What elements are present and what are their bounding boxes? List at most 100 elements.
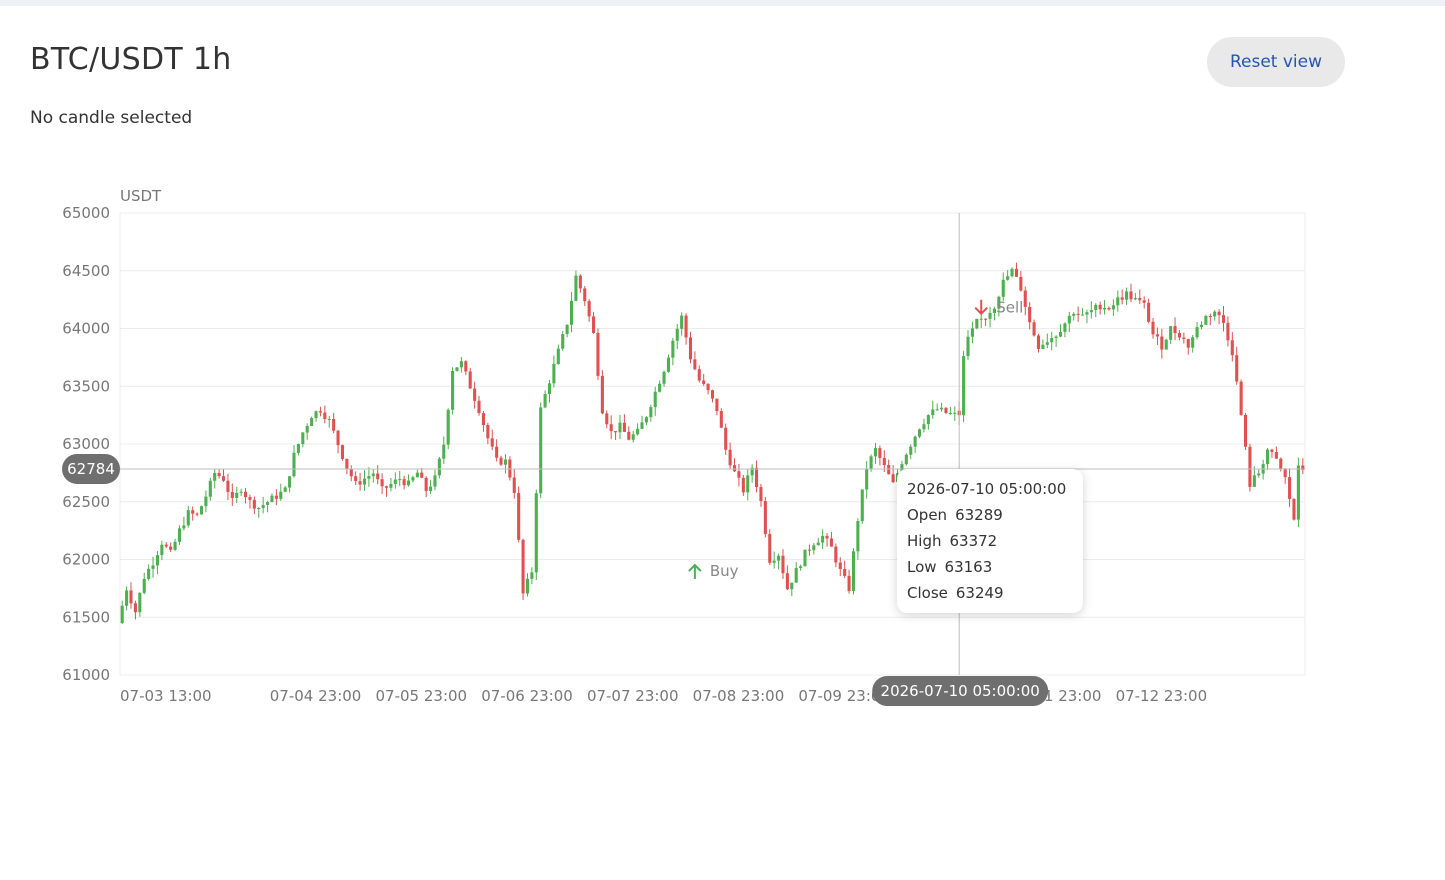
candle-body <box>728 449 732 466</box>
candle-body <box>821 535 825 543</box>
candle-body <box>891 474 895 483</box>
candle-body <box>169 546 173 550</box>
candle-body <box>1252 475 1256 487</box>
candle-body <box>649 407 653 418</box>
candle-body <box>226 480 230 493</box>
candle-body <box>948 412 952 414</box>
candle-body <box>873 448 878 457</box>
candle-body <box>451 370 455 410</box>
candle-body <box>393 479 397 484</box>
x-tick-label: 07-03 13:00 <box>120 687 212 705</box>
candle-body <box>763 501 767 534</box>
candle-body <box>1036 335 1041 349</box>
candle-body <box>270 495 274 502</box>
candle-body <box>534 493 538 573</box>
candle-body <box>803 549 807 567</box>
candle-body <box>389 483 393 488</box>
candle-body <box>825 535 829 539</box>
tooltip-low-value: 63163 <box>944 558 993 576</box>
tooltip-open-label: Open <box>907 506 948 524</box>
candle-body <box>503 459 507 465</box>
candle-body <box>1014 268 1019 277</box>
candle-body <box>768 533 772 563</box>
candle-body <box>587 301 591 317</box>
candle-body <box>318 411 322 413</box>
candle-body <box>173 541 177 550</box>
candle-body <box>1279 458 1283 470</box>
candle-body <box>1089 310 1093 313</box>
buy-marker-label: Buy <box>710 562 739 580</box>
candle-body <box>195 513 199 515</box>
candle-body <box>398 479 402 481</box>
candle-body <box>1032 322 1036 336</box>
candle-body <box>882 457 886 466</box>
candle-body <box>376 473 380 480</box>
candle-body <box>1257 473 1261 476</box>
candle-body <box>1125 291 1129 300</box>
candle-body <box>979 318 983 320</box>
candle-body <box>384 486 389 488</box>
candle-body <box>975 318 979 329</box>
candle-body <box>230 492 234 498</box>
candle-body <box>662 371 666 384</box>
y-tick-label: 64500 <box>62 262 110 280</box>
candle-body <box>314 411 318 419</box>
tooltip-time: 2026-07-10 05:00:00 <box>907 480 1067 498</box>
candle-body <box>1191 337 1195 348</box>
candle-body <box>437 458 441 476</box>
candle-body <box>296 444 300 453</box>
candle-body <box>702 380 706 384</box>
candle-body <box>327 418 331 420</box>
candle-body <box>1213 311 1217 317</box>
candle-body <box>340 445 345 459</box>
candle-body <box>1006 276 1010 280</box>
candle-body <box>138 592 142 613</box>
candle-body <box>490 438 494 447</box>
candle-body <box>1151 321 1155 335</box>
candle-body <box>922 424 926 430</box>
candle-body <box>944 407 948 413</box>
candle-body <box>1019 276 1023 291</box>
candle-body <box>459 361 463 368</box>
candle-body <box>909 446 913 455</box>
candle-body <box>1204 315 1208 325</box>
y-tick-label: 62000 <box>62 551 110 569</box>
candle-body <box>1288 477 1292 499</box>
buy-marker-arrow <box>688 563 702 580</box>
candlestick-chart[interactable]: 61000 61500 62000 62500 63000 63500 64000 64500… <box>0 0 1445 880</box>
candle-body <box>710 390 715 399</box>
candle-body <box>834 546 838 563</box>
candle-body <box>631 434 635 440</box>
tooltip-close-label: Close <box>907 584 948 602</box>
candle-body <box>1173 326 1177 334</box>
candle-body <box>1067 315 1071 324</box>
candle-body <box>688 337 693 360</box>
candle-body <box>257 508 261 510</box>
candle-body <box>1085 312 1089 315</box>
candle-body <box>345 458 349 469</box>
candle-body <box>415 472 419 478</box>
candle-tooltip: 2026-07-10 05:00:00 Open 63289 High 63372 … <box>897 469 1083 613</box>
candle-body <box>1129 291 1133 300</box>
candle-body <box>1054 336 1058 338</box>
candle-body <box>605 413 609 425</box>
candle-body <box>543 394 547 408</box>
candle-body <box>239 491 243 493</box>
x-tick-label: 07-08 23:00 <box>693 687 785 705</box>
candle-body <box>380 479 384 487</box>
candle-body <box>706 383 710 391</box>
x-tick-label: 07-12 23:00 <box>1116 687 1208 705</box>
candle-body <box>539 407 543 494</box>
candle-body <box>838 562 842 569</box>
candle-body <box>843 568 847 576</box>
candle-body <box>794 568 798 583</box>
candle-body <box>301 432 305 445</box>
candle-body <box>561 334 565 349</box>
candle-body <box>1142 300 1146 303</box>
candle-body <box>1177 333 1181 338</box>
candle-body <box>1058 331 1063 337</box>
candle-body <box>680 315 684 329</box>
candle-body <box>1111 305 1115 310</box>
candle-body <box>274 495 278 499</box>
candle-body <box>715 398 719 412</box>
